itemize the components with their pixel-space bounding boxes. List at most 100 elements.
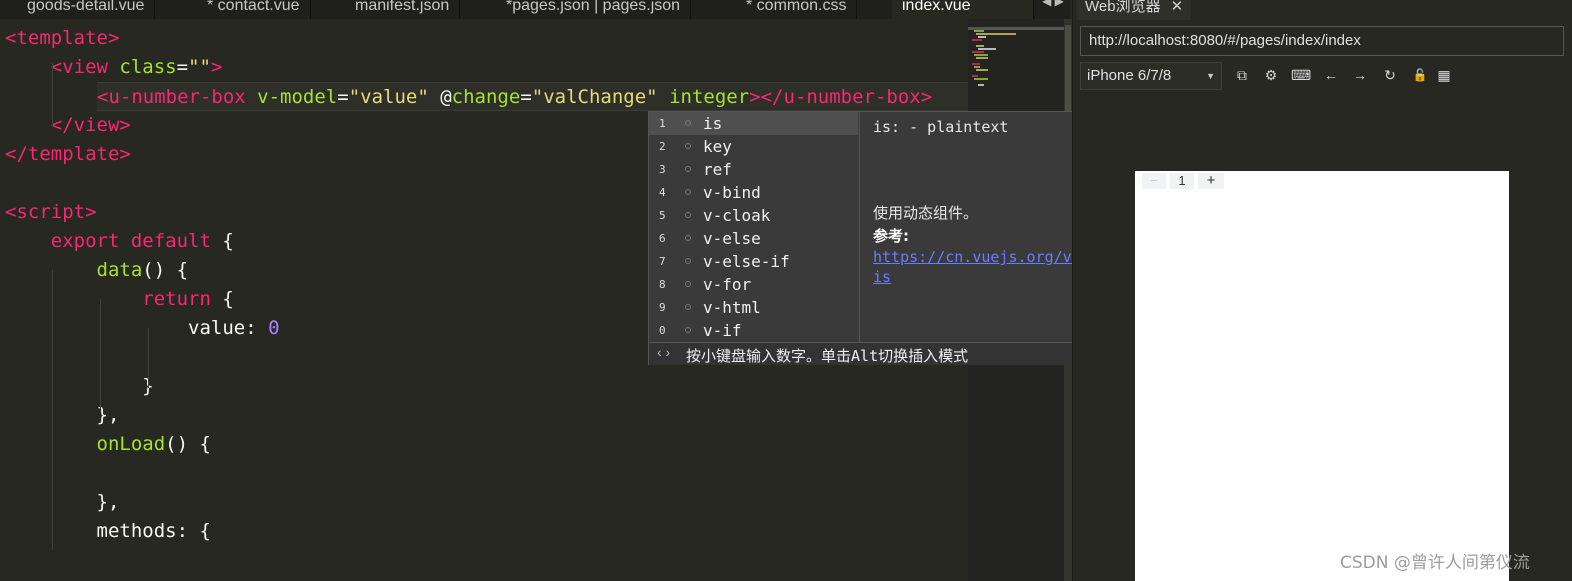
autocomplete-item[interactable]: 9 v-html <box>649 296 858 319</box>
autocomplete-item[interactable]: 5 v-cloak <box>649 204 858 227</box>
autocomplete-item-label: v-bind <box>703 183 761 202</box>
code-line[interactable]: }, <box>5 401 120 430</box>
code-line[interactable]: data() { <box>5 256 189 285</box>
code-line[interactable]: } <box>5 372 154 401</box>
lock-icon[interactable]: 🔓 <box>1410 64 1430 86</box>
code-token: }, <box>5 491 120 513</box>
browser-tab-label: Web浏览器 <box>1085 0 1161 15</box>
code-line[interactable]: }, <box>5 488 120 517</box>
code-line[interactable]: <template> <box>5 24 119 53</box>
forward-arrow-icon[interactable]: → <box>1350 64 1370 86</box>
autocomplete-item[interactable]: 0 v-if <box>649 319 858 342</box>
autocomplete-item-label: v-html <box>703 298 761 317</box>
chevron-left-right-icon[interactable]: ‹ › <box>657 344 670 360</box>
detail-signature: is: - plaintext <box>873 118 1009 136</box>
code-line[interactable]: return { <box>5 285 234 314</box>
settings-icon[interactable]: ⚙ <box>1261 64 1281 86</box>
circle-icon <box>685 281 691 287</box>
close-icon[interactable]: ✕ <box>1171 0 1184 15</box>
minimap-line <box>976 33 1016 35</box>
refresh-icon[interactable]: ↻ <box>1380 64 1400 86</box>
code-line[interactable]: <u-number-box v-model="value" @change="v… <box>97 82 968 111</box>
tab-pages-json[interactable]: *pages.json | pages.json <box>496 0 692 19</box>
tab-goods-detail[interactable]: goods-detail.vue <box>17 0 156 19</box>
code-line[interactable]: }, <box>5 575 120 581</box>
url-input[interactable]: http://localhost:8080/#/pages/index/inde… <box>1080 26 1564 56</box>
indent-guide <box>100 299 101 409</box>
qrcode-icon[interactable]: ▦ <box>1434 64 1454 86</box>
autocomplete-item-label: v-else-if <box>703 252 790 271</box>
code-token: <script> <box>5 201 97 223</box>
number-box-minus-button[interactable]: − <box>1142 173 1166 189</box>
minimap-viewport[interactable] <box>968 27 1064 30</box>
autocomplete-item-label: ref <box>703 160 732 179</box>
page-preview: − 1 + <box>1135 171 1509 581</box>
code-line[interactable]: <view class=""> <box>5 53 223 82</box>
editor-tab-bar: goods-detail.vue * contact.vue manifest.… <box>0 0 1070 19</box>
autocomplete-item-number: 0 <box>659 324 666 337</box>
autocomplete-item-label: v-for <box>703 275 752 294</box>
autocomplete-item[interactable]: 7 v-else-if <box>649 250 858 273</box>
tab-contact[interactable]: * contact.vue <box>197 0 311 19</box>
indent-guide <box>148 328 149 388</box>
circle-icon <box>685 304 691 310</box>
back-arrow-icon[interactable]: ← <box>1321 64 1341 86</box>
minimap-line <box>976 69 988 71</box>
tab-index-vue[interactable]: index.vue <box>892 0 1034 19</box>
code-line[interactable]: onLoad() { <box>5 430 211 459</box>
code-token: class <box>119 56 177 78</box>
code-token: } <box>5 375 154 397</box>
tab-scroll-arrows-icon[interactable]: ◀ ▶ <box>1036 0 1070 18</box>
code-token: <template> <box>5 27 120 49</box>
code-token: <u-number-box <box>97 86 246 108</box>
autocomplete-item-number: 5 <box>659 209 666 222</box>
autocomplete-item[interactable]: 6 v-else <box>649 227 858 250</box>
code-line[interactable]: methods: { <box>5 517 211 546</box>
code-token: () { <box>142 259 189 281</box>
autocomplete-item[interactable]: 8 v-for <box>649 273 858 296</box>
code-token: </view> <box>50 114 131 136</box>
code-line[interactable]: value: 0 <box>5 314 280 343</box>
circle-icon <box>685 327 691 333</box>
autocomplete-list: 1 is 2 key 3 ref 4 v-bind 5 v-cloak 6 v-else 7 v-else… <box>649 112 859 342</box>
tab-web-browser[interactable]: Web浏览器 ✕ <box>1077 0 1192 20</box>
autocomplete-item[interactable]: 2 key <box>649 135 858 158</box>
tab-common-css[interactable]: * common.css <box>736 0 858 19</box>
device-select[interactable]: iPhone 6/7/8 ▼ <box>1080 62 1222 90</box>
autocomplete-item[interactable]: 1 is <box>649 112 858 135</box>
number-box-plus-button[interactable]: + <box>1198 173 1224 189</box>
autocomplete-item-number: 6 <box>659 232 666 245</box>
open-external-icon[interactable]: ⧉ <box>1232 64 1252 86</box>
code-token: "" <box>188 56 211 78</box>
code-token: ></u-number-box> <box>749 86 933 108</box>
code-line[interactable]: <script> <box>5 198 97 227</box>
autocomplete-item-label: is <box>703 114 723 133</box>
code-token: data <box>96 259 143 281</box>
minimap-line <box>974 66 980 68</box>
code-token: () { <box>165 433 211 455</box>
code-line[interactable]: </view> <box>5 111 131 140</box>
circle-icon <box>685 258 691 264</box>
detail-reference-label: 参考: <box>873 227 909 245</box>
code-token: onLoad <box>96 433 166 455</box>
tab-manifest[interactable]: manifest.json <box>345 0 461 19</box>
console-icon[interactable]: ⌨ <box>1291 64 1311 86</box>
code-line[interactable]: export default { <box>5 227 234 256</box>
circle-icon <box>685 235 691 241</box>
autocomplete-item-label: key <box>703 137 732 156</box>
code-token: > <box>210 56 223 78</box>
circle-icon <box>685 120 691 126</box>
code-token: @ <box>428 86 452 108</box>
autocomplete-item[interactable]: 3 ref <box>649 158 858 181</box>
number-box-value[interactable]: 1 <box>1170 173 1194 189</box>
code-token: = <box>520 86 532 108</box>
autocomplete-item[interactable]: 4 v-bind <box>649 181 858 204</box>
autocomplete-item-number: 2 <box>659 140 666 153</box>
circle-icon <box>685 212 691 218</box>
code-line[interactable]: </template> <box>5 140 131 169</box>
